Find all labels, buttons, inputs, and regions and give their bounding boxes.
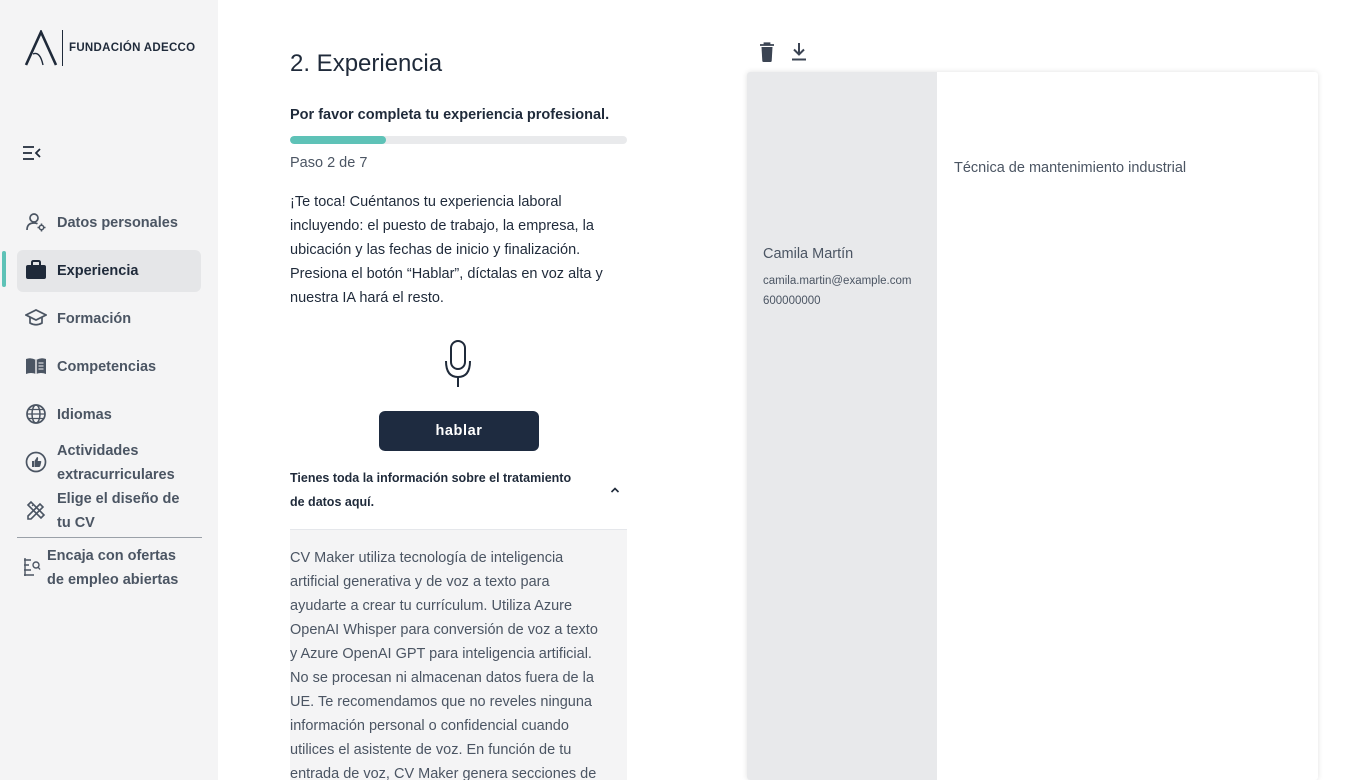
page-subtitle: Por favor completa tu experiencia profes… xyxy=(290,107,610,123)
sidebar-item-label: Datos personales xyxy=(57,215,178,231)
user-settings-icon xyxy=(25,211,47,233)
cv-job-title: Técnica de mantenimiento industrial xyxy=(954,160,1187,176)
open-book-icon xyxy=(25,355,47,377)
talk-button[interactable]: hablar xyxy=(379,411,539,451)
thumbs-up-icon xyxy=(25,451,47,473)
sidebar-item-experiencia[interactable]: Experiencia xyxy=(17,250,201,292)
collapse-menu-icon[interactable] xyxy=(22,143,42,163)
sidebar-item-competencias[interactable]: Competencias xyxy=(17,346,201,388)
sidebar-item-label: Elige el diseño de tu CV xyxy=(57,491,180,531)
sidebar-item-ofertas-empleo[interactable]: Encaja con ofertas de empleo abiertas xyxy=(17,535,201,601)
accordion-text: CV Maker utiliza tecnología de inteligen… xyxy=(290,550,598,780)
briefcase-icon xyxy=(25,259,47,281)
design-tools-icon xyxy=(25,499,47,521)
sidebar-item-datos-personales[interactable]: Datos personales xyxy=(17,202,201,244)
sidebar-item-label: Idiomas xyxy=(57,407,112,423)
microphone-icon[interactable] xyxy=(444,339,472,389)
cv-phone: 600000000 xyxy=(763,295,821,307)
cv-email: camila.martin@example.com xyxy=(763,275,912,287)
intro-text: ¡Te toca! Cuéntanos tu experiencia labor… xyxy=(290,194,603,306)
cv-preview-sidebar: Camila Martín camila.martin@example.com … xyxy=(747,72,937,780)
cv-preview: Camila Martín camila.martin@example.com … xyxy=(747,72,1318,780)
accordion-title: Tienes toda la información sobre el trat… xyxy=(290,471,572,509)
job-match-icon xyxy=(23,556,41,578)
globe-icon xyxy=(25,403,47,425)
download-icon[interactable] xyxy=(789,41,809,63)
trash-icon[interactable] xyxy=(757,41,777,63)
sidebar-item-label: Competencias xyxy=(57,359,157,375)
adecco-a-logo-icon xyxy=(24,30,58,66)
sidebar-item-label: Formación xyxy=(57,311,132,327)
active-indicator xyxy=(2,251,6,287)
page-title: 2. Experiencia xyxy=(290,50,443,77)
progress-bar xyxy=(290,136,627,144)
progress-fill xyxy=(290,136,387,144)
chevron-up-icon[interactable] xyxy=(608,483,622,497)
sidebar-item-label: Experiencia xyxy=(57,263,139,279)
logo-divider xyxy=(62,30,63,66)
cv-name: Camila Martín xyxy=(763,246,854,262)
brand-name: FUNDACIÓN ADECCO xyxy=(69,42,196,54)
sidebar-item-formacion[interactable]: Formación xyxy=(17,298,201,340)
accordion-body: CV Maker utiliza tecnología de inteligen… xyxy=(290,530,627,780)
data-privacy-accordion-header[interactable]: Tienes toda la información sobre el trat… xyxy=(290,464,627,530)
brand-logo[interactable]: FUNDACIÓN ADECCO xyxy=(24,30,195,66)
step-indicator: Paso 2 de 7 xyxy=(290,155,368,171)
sidebar-item-label: Encaja con ofertas de empleo abiertas xyxy=(47,548,179,588)
sidebar: FUNDACIÓN ADECCO Datos personales Experi… xyxy=(0,0,218,780)
graduation-cap-icon xyxy=(25,307,47,329)
